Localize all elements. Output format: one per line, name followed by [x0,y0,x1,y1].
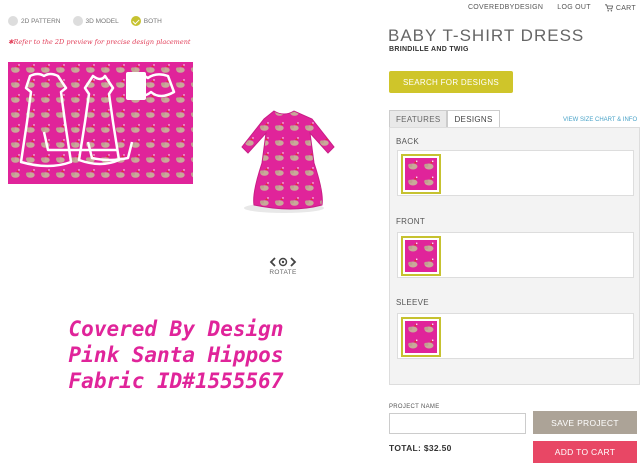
rotate-control[interactable]: ROTATE [269,257,297,276]
fabric-caption: Covered By Design Pink Santa Hippos Fabr… [52,316,300,394]
designs-panel: BACK FRONT SLEEVE [389,127,640,385]
radio-icon [72,16,83,26]
design-slot-sleeve[interactable] [397,313,634,359]
search-designs-button[interactable]: SEARCH FOR DESIGNS [389,71,513,93]
total-price: TOTAL: $32.50 [389,443,452,453]
view-option-both[interactable]: BOTH [130,16,162,26]
cart-label: CART [615,4,636,12]
placement-note: ✱Refer to the 2D preview for precise des… [8,38,191,46]
caption-line: Covered By Design [68,317,284,341]
view-option-2d-pattern[interactable]: 2D PATTERN [8,16,61,26]
section-label-sleeve: SLEEVE [396,298,429,307]
view-option-label: 3D MODEL [85,17,119,25]
product-subtitle: BRINDILLE AND TWIG [389,46,469,53]
caption-line: Fabric ID#1555567 [68,369,284,393]
design-thumbnail[interactable] [401,236,441,276]
top-nav: COVEREDBYDESIGN LOG OUT CART [468,4,636,12]
rotate-icon [269,257,297,267]
view-option-label: 2D PATTERN [21,17,61,25]
section-label-front: FRONT [396,217,426,226]
design-slot-front[interactable] [397,232,634,278]
project-name-input[interactable] [389,413,526,434]
caption-line: Pink Santa Hippos [68,343,284,367]
view-option-3d-model[interactable]: 3D MODEL [72,16,119,26]
cart-link[interactable]: CART [604,4,636,12]
view-option-label: BOTH [143,17,162,25]
pattern-preview-2d [8,62,193,184]
rotate-label: ROTATE [269,269,297,276]
logout-link[interactable]: LOG OUT [557,4,591,12]
section-label-back: BACK [396,137,419,146]
project-name-label: PROJECT NAME [389,404,440,410]
cart-icon [604,4,613,12]
design-thumbnail[interactable] [401,154,441,194]
radio-icon [8,16,18,26]
save-project-button[interactable]: SAVE PROJECT [533,411,637,434]
design-thumbnail[interactable] [401,317,441,357]
product-title: BABY T-SHIRT DRESS [388,26,585,45]
view-options: 2D PATTERN 3D MODEL BOTH [8,16,162,26]
design-slot-back[interactable] [397,150,634,196]
add-to-cart-button[interactable]: ADD TO CART [533,441,637,463]
dress-3d-model[interactable] [212,105,352,215]
account-link[interactable]: COVEREDBYDESIGN [468,4,543,12]
size-chart-link[interactable]: VIEW SIZE CHART & INFO [563,117,637,123]
check-icon [130,16,141,26]
